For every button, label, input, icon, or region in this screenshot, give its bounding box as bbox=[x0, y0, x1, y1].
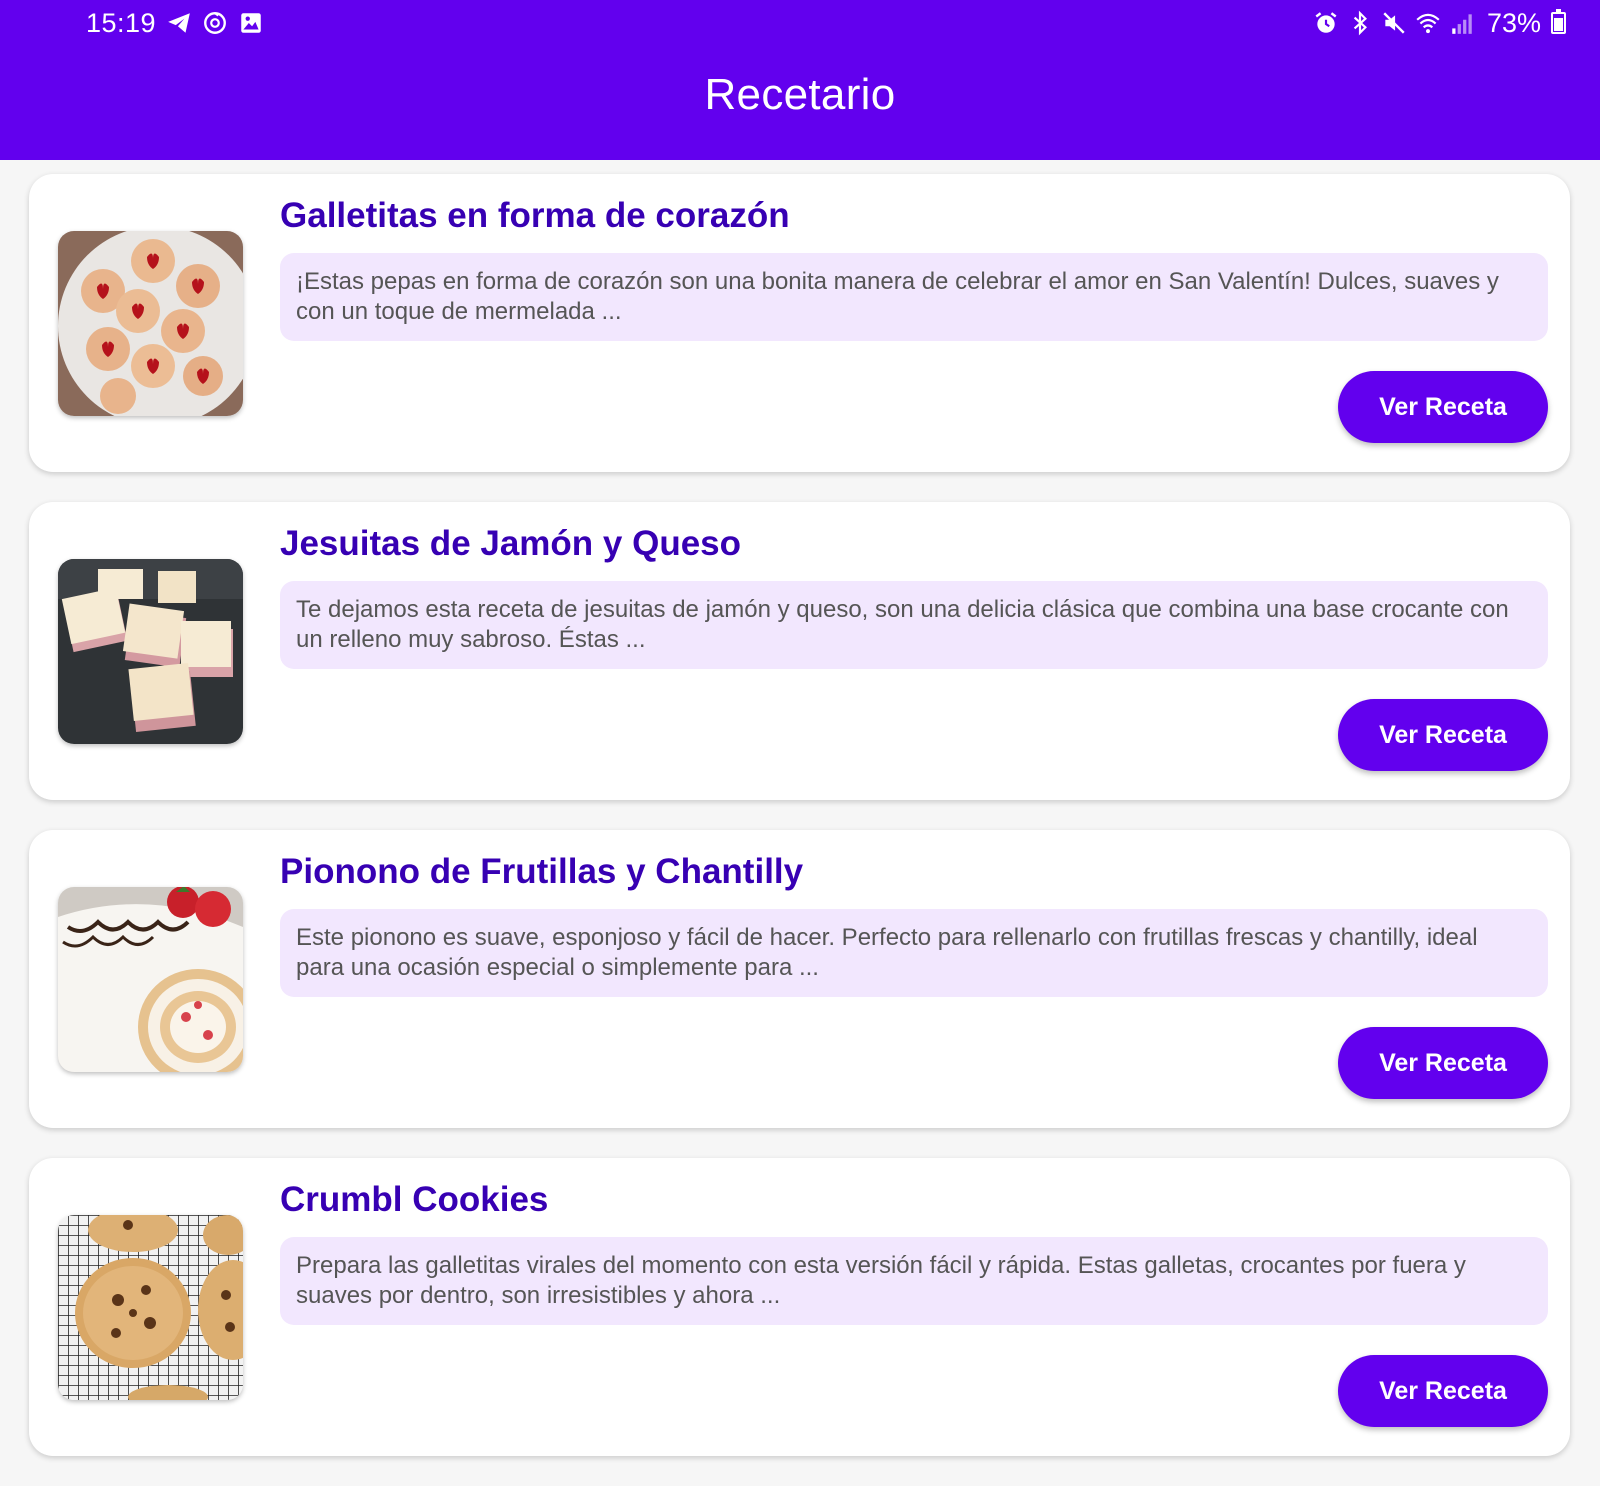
status-bar: 15:19 73% bbox=[0, 0, 1600, 46]
status-time: 15:19 bbox=[86, 7, 157, 38]
bluetooth-icon bbox=[1347, 10, 1373, 36]
recipe-card: Jesuitas de Jamón y Queso Te dejamos est… bbox=[29, 502, 1570, 800]
status-left: 15:19 bbox=[86, 8, 264, 39]
status-right: 73% bbox=[1313, 8, 1566, 39]
gallery-icon bbox=[238, 10, 264, 36]
recipe-image-pionono bbox=[58, 887, 243, 1072]
recipe-card: Galletitas en forma de corazón ¡Estas pe… bbox=[29, 174, 1570, 472]
recipe-list: Galletitas en forma de corazón ¡Estas pe… bbox=[29, 174, 1570, 1486]
recipe-description: ¡Estas pepas en forma de corazón son una… bbox=[280, 253, 1548, 341]
recipe-title: Jesuitas de Jamón y Queso bbox=[280, 524, 742, 563]
recipe-title: Galletitas en forma de corazón bbox=[280, 196, 790, 235]
recipe-image-crumbl-cookies bbox=[58, 1215, 243, 1400]
telegram-icon bbox=[166, 10, 192, 36]
sync-icon bbox=[202, 10, 228, 36]
view-recipe-button[interactable]: Ver Receta bbox=[1338, 371, 1548, 443]
alarm-icon bbox=[1313, 10, 1339, 36]
recipe-description: Te dejamos esta receta de jesuitas de ja… bbox=[280, 581, 1548, 669]
wifi-icon bbox=[1415, 10, 1441, 36]
recipe-card: Pionono de Frutillas y Chantilly Este pi… bbox=[29, 830, 1570, 1128]
view-recipe-button[interactable]: Ver Receta bbox=[1338, 699, 1548, 771]
battery-icon bbox=[1551, 9, 1566, 34]
view-recipe-button[interactable]: Ver Receta bbox=[1338, 1355, 1548, 1427]
page-title: Recetario bbox=[704, 70, 896, 119]
recipe-description: Prepara las galletitas virales del momen… bbox=[280, 1237, 1548, 1325]
recipe-card: Crumbl Cookies Prepara las galletitas vi… bbox=[29, 1158, 1570, 1456]
view-recipe-button[interactable]: Ver Receta bbox=[1338, 1027, 1548, 1099]
recipe-image-jesuitas bbox=[58, 559, 243, 744]
mute-icon bbox=[1381, 10, 1407, 36]
app-bar: 15:19 73% Recetario bbox=[0, 0, 1600, 160]
recipe-title: Crumbl Cookies bbox=[280, 1180, 549, 1219]
recipe-image-heart-cookies bbox=[58, 231, 243, 416]
recipe-description: Este pionono es suave, esponjoso y fácil… bbox=[280, 909, 1548, 997]
recipe-title: Pionono de Frutillas y Chantilly bbox=[280, 852, 804, 891]
battery-fill bbox=[1554, 17, 1563, 31]
signal-icon bbox=[1449, 10, 1475, 36]
battery-percentage: 73% bbox=[1486, 7, 1541, 38]
